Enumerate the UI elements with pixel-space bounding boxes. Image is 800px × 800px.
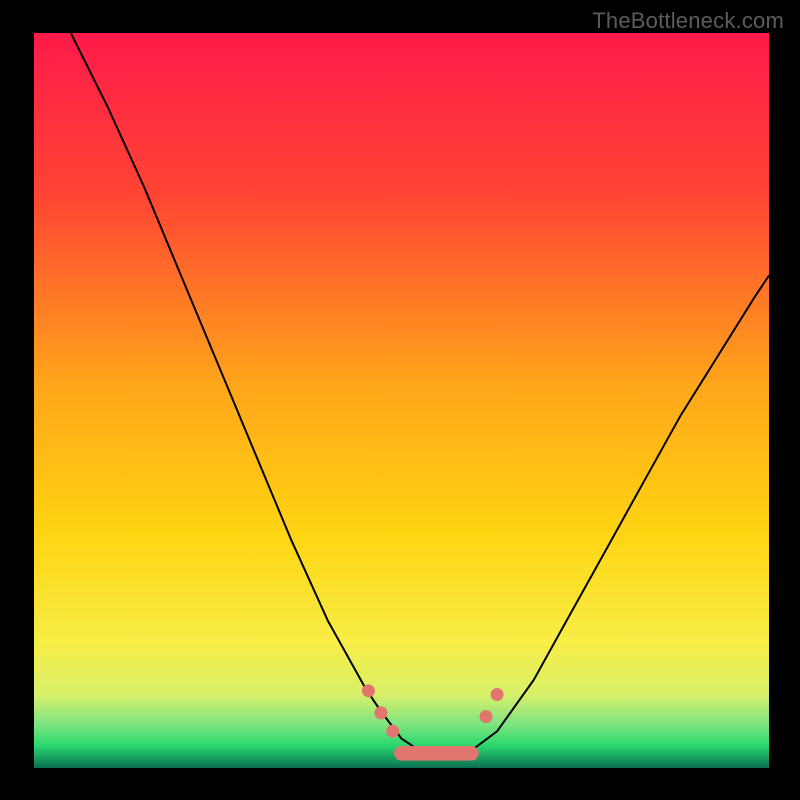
bottleneck-curve bbox=[71, 33, 769, 757]
outer-frame: TheBottleneck.com bbox=[0, 0, 800, 800]
valley-marker bbox=[374, 706, 387, 719]
curve-overlay bbox=[34, 33, 769, 768]
plot-area bbox=[34, 33, 769, 768]
valley-marker bbox=[491, 688, 504, 701]
valley-marker bbox=[480, 710, 493, 723]
valley-bar bbox=[394, 746, 479, 761]
valley-marker bbox=[386, 725, 399, 738]
watermark-text: TheBottleneck.com bbox=[592, 8, 784, 34]
valley-marker bbox=[362, 684, 375, 697]
